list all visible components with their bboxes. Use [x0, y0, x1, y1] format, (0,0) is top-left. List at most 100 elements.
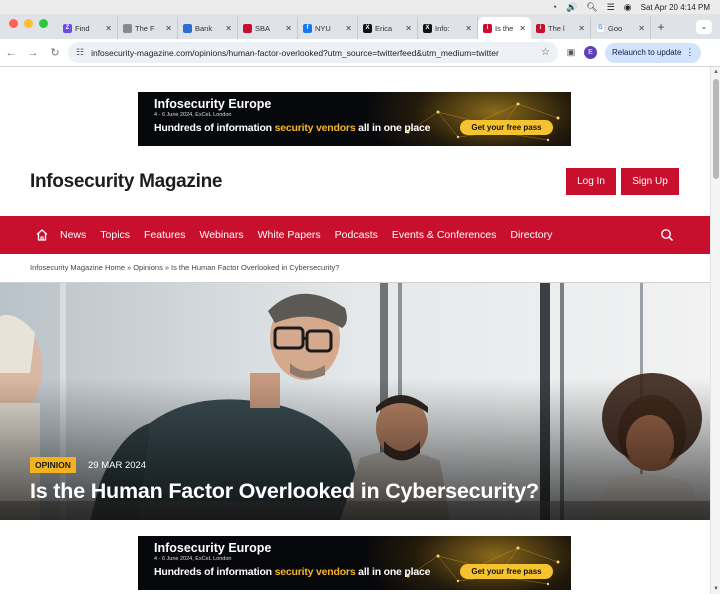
tab-close-icon[interactable]: ✕ — [225, 24, 232, 33]
browser-toolbar: ← → ↻ ☷ infosecurity-magazine.com/opinio… — [0, 39, 720, 67]
banner-dates: 4 - 6 June 2024, ExCeL London — [154, 556, 232, 562]
site-info-icon[interactable]: ☷ — [76, 47, 84, 58]
search-icon[interactable] — [660, 228, 674, 242]
tab-close-icon[interactable]: ✕ — [519, 24, 526, 33]
browser-tab[interactable]: X Info: ✕ — [418, 17, 478, 39]
top-ad-banner[interactable]: Infosecurity Europe 4 - 6 June 2024, ExC… — [138, 92, 571, 146]
tab-label: SBA — [255, 23, 271, 33]
wifi-icon[interactable]: ◔ — [552, 2, 557, 12]
page-scrollbar[interactable]: ▲ ▼ — [710, 67, 720, 594]
volume-icon[interactable]: 🔊 — [566, 2, 577, 12]
banner-dates: 4 - 6 June 2024, ExCeL London — [154, 112, 232, 118]
scroll-up-arrow-icon[interactable]: ▲ — [711, 69, 720, 75]
tab-label: Goo — [608, 23, 623, 33]
side-panel-icon[interactable]: ▣ — [562, 47, 580, 58]
browser-tab[interactable]: f NYU ✕ — [298, 17, 358, 39]
bookmark-star-icon[interactable]: ☆ — [541, 47, 550, 58]
back-arrow-icon[interactable]: ← — [0, 47, 22, 59]
tab-close-icon[interactable]: ✕ — [465, 24, 472, 33]
browser-tab[interactable]: The F ✕ — [118, 17, 178, 39]
browser-tab[interactable]: G Goo ✕ — [591, 17, 651, 39]
banner-brand: Infosecurity Europe — [154, 97, 272, 111]
site-logo[interactable]: Infosecurity Magazine — [30, 171, 223, 193]
tab-label: Is the — [495, 23, 514, 33]
nav-topics[interactable]: Topics — [100, 229, 130, 241]
tab-favicon-icon: i — [483, 23, 492, 33]
banner-brand: Infosecurity Europe — [154, 541, 272, 555]
tab-label: Find — [75, 23, 90, 33]
category-badge[interactable]: OPINION — [30, 457, 76, 473]
article-hero: OPINION 29 MAR 2024 Is the Human Factor … — [0, 282, 710, 520]
menubar-clock[interactable]: Sat Apr 20 4:14 PM — [641, 3, 710, 12]
breadcrumb-home[interactable]: Infosecurity Magazine Home — [30, 263, 125, 272]
tab-label: NYU — [315, 23, 331, 33]
breadcrumb: Infosecurity Magazine Home» Opinions» Is t… — [30, 263, 339, 272]
window-controls — [0, 19, 58, 36]
tab-close-icon[interactable]: ✕ — [285, 24, 292, 33]
banner-cta-button[interactable]: Get your free pass — [460, 564, 553, 579]
browser-tab[interactable]: SBA ✕ — [238, 17, 298, 39]
reload-icon[interactable]: ↻ — [44, 46, 66, 59]
nav-events-conferences[interactable]: Events & Conferences — [392, 229, 496, 241]
spotlight-search-icon[interactable]: 🔍︎ — [586, 2, 597, 12]
banner-headline-end: all in one place — [355, 566, 431, 578]
nav-white-papers[interactable]: White Papers — [258, 229, 321, 241]
tab-favicon-icon: f — [303, 23, 312, 33]
tab-favicon-icon — [243, 23, 252, 33]
scroll-down-arrow-icon[interactable]: ▼ — [711, 586, 720, 592]
bottom-ad-banner[interactable]: Infosecurity Europe 4 - 6 June 2024, ExC… — [138, 536, 571, 590]
main-navigation: News Topics Features Webinars White Pape… — [0, 216, 710, 254]
profile-avatar[interactable]: E — [584, 46, 597, 59]
tab-label: Erica — [375, 23, 393, 33]
tab-label: Info: — [435, 23, 450, 33]
close-window-button[interactable] — [9, 19, 18, 28]
breadcrumb-section[interactable]: Opinions — [133, 263, 163, 272]
nav-features[interactable]: Features — [144, 229, 185, 241]
minimize-window-button[interactable] — [24, 19, 33, 28]
browser-tab[interactable]: i The l ✕ — [531, 17, 591, 39]
banner-headline: Hundreds of information security vendors… — [154, 566, 430, 578]
web-page: Infosecurity Europe 4 - 6 June 2024, ExC… — [0, 67, 710, 594]
banner-network-graphic — [406, 546, 560, 586]
address-bar[interactable]: ☷ infosecurity-magazine.com/opinions/hum… — [68, 42, 558, 63]
new-tab-button[interactable]: + — [651, 20, 671, 34]
tab-close-icon[interactable]: ✕ — [105, 24, 112, 33]
url-text[interactable]: infosecurity-magazine.com/opinions/human… — [91, 48, 541, 58]
browser-tab-strip: Z Find ✕ The F ✕ Bank ✕ SBA ✕ f NYU ✕ X Erica ✕ X Info: ✕… — [0, 14, 720, 39]
relaunch-update-button[interactable]: Relaunch to update ⋮ — [605, 42, 702, 63]
browser-tab[interactable]: X Erica ✕ — [358, 17, 418, 39]
nav-webinars[interactable]: Webinars — [199, 229, 243, 241]
tab-label: Bank — [195, 23, 213, 33]
article-title: Is the Human Factor Overlooked in Cybers… — [30, 479, 539, 503]
tab-close-icon[interactable]: ✕ — [345, 24, 352, 33]
forward-arrow-icon[interactable]: → — [22, 47, 44, 59]
login-button[interactable]: Log In — [566, 168, 616, 195]
siri-icon[interactable]: ◉ — [624, 2, 632, 12]
banner-headline-highlight: security vendors — [274, 122, 356, 134]
banner-network-graphic — [406, 102, 560, 142]
signup-button[interactable]: Sign Up — [621, 168, 679, 195]
nav-podcasts[interactable]: Podcasts — [335, 229, 378, 241]
banner-headline-end: all in one place — [355, 122, 431, 134]
tab-close-icon[interactable]: ✕ — [405, 24, 412, 33]
tab-favicon-icon: X — [423, 23, 432, 33]
tab-search-chevron-icon[interactable]: ⌄ — [696, 19, 712, 34]
browser-tab[interactable]: i Is the ✕ — [478, 17, 531, 39]
nav-news[interactable]: News — [60, 229, 86, 241]
tabs-list: Z Find ✕ The F ✕ Bank ✕ SBA ✕ f NYU ✕ X Erica ✕ X Info: ✕… — [58, 17, 651, 39]
tab-close-icon[interactable]: ✕ — [165, 24, 172, 33]
scrollbar-thumb[interactable] — [713, 79, 719, 179]
browser-tab[interactable]: Z Find ✕ — [58, 17, 118, 39]
control-center-icon[interactable]: ☰ — [607, 2, 615, 12]
system-menubar: ◔ 🔊 🔍︎ ☰ ◉ Sat Apr 20 4:14 PM — [0, 0, 720, 14]
home-icon[interactable] — [35, 228, 49, 242]
tab-close-icon[interactable]: ✕ — [638, 24, 645, 33]
tab-favicon-icon: i — [536, 23, 545, 33]
zoom-window-button[interactable] — [39, 19, 48, 28]
nav-directory[interactable]: Directory — [510, 229, 552, 241]
tab-close-icon[interactable]: ✕ — [578, 24, 585, 33]
browser-tab[interactable]: Bank ✕ — [178, 17, 238, 39]
more-menu-icon[interactable]: ⋮ — [685, 47, 694, 58]
banner-cta-button[interactable]: Get your free pass — [460, 120, 553, 135]
breadcrumb-current: Is the Human Factor Overlooked in Cybers… — [171, 263, 340, 272]
